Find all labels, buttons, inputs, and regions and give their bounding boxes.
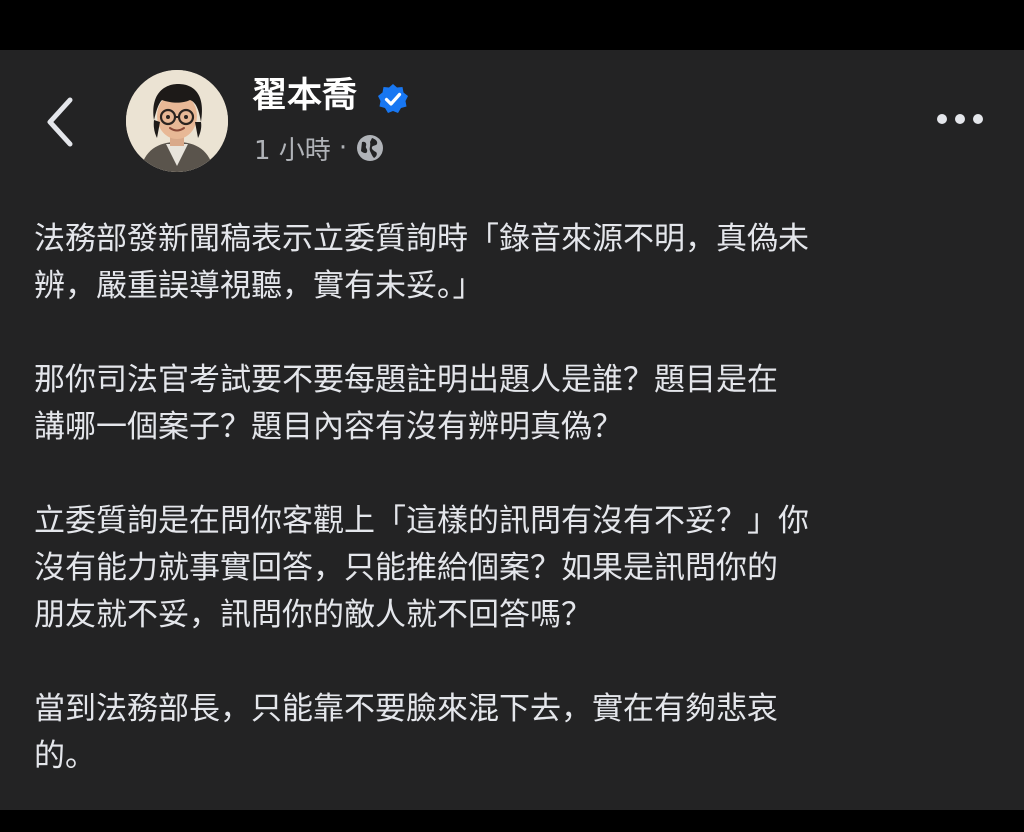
globe-icon (357, 135, 384, 161)
post-timestamp[interactable]: 1 小時 (254, 130, 331, 167)
post-paragraph-2: 那你司法官考試要不要每題註明出題人是誰？題目是在 講哪一個案子？題目內容有沒有辨… (34, 362, 778, 445)
avatar-illustration (126, 70, 228, 172)
avatar[interactable] (126, 70, 228, 172)
post-paragraph-1: 法務部發新聞稿表示立委質詢時「錄音來源不明，真偽未 辨，嚴重誤導視聽，實有未妥。… (34, 221, 809, 304)
chevron-left-icon (47, 97, 73, 147)
post-body: 法務部發新聞稿表示立委質詢時「錄音來源不明，真偽未 辨，嚴重誤導視聽，實有未妥。… (34, 216, 994, 780)
post-header: 翟本喬 1 小時 · (0, 50, 1024, 190)
back-button[interactable] (36, 94, 86, 150)
meta-separator: · (338, 133, 348, 163)
more-dots-icon (937, 114, 983, 124)
post-meta: 1 小時 · (254, 128, 385, 168)
post-screen: 翟本喬 1 小時 · 法務部發新聞稿表示立委質詢時「錄音來源不明，真偽未 辨，嚴… (0, 50, 1024, 810)
verified-badge-icon (378, 84, 408, 113)
author-name[interactable]: 翟本喬 (252, 74, 357, 118)
post-paragraph-3: 立委質詢是在問你客觀上「這樣的訊問有沒有不妥？」你 沒有能力就事實回答，只能推給… (34, 503, 809, 633)
post-paragraph-4: 當到法務部長，只能靠不要臉來混下去，實在有夠悲哀 的。 (34, 691, 778, 774)
more-options-button[interactable] (930, 104, 990, 134)
